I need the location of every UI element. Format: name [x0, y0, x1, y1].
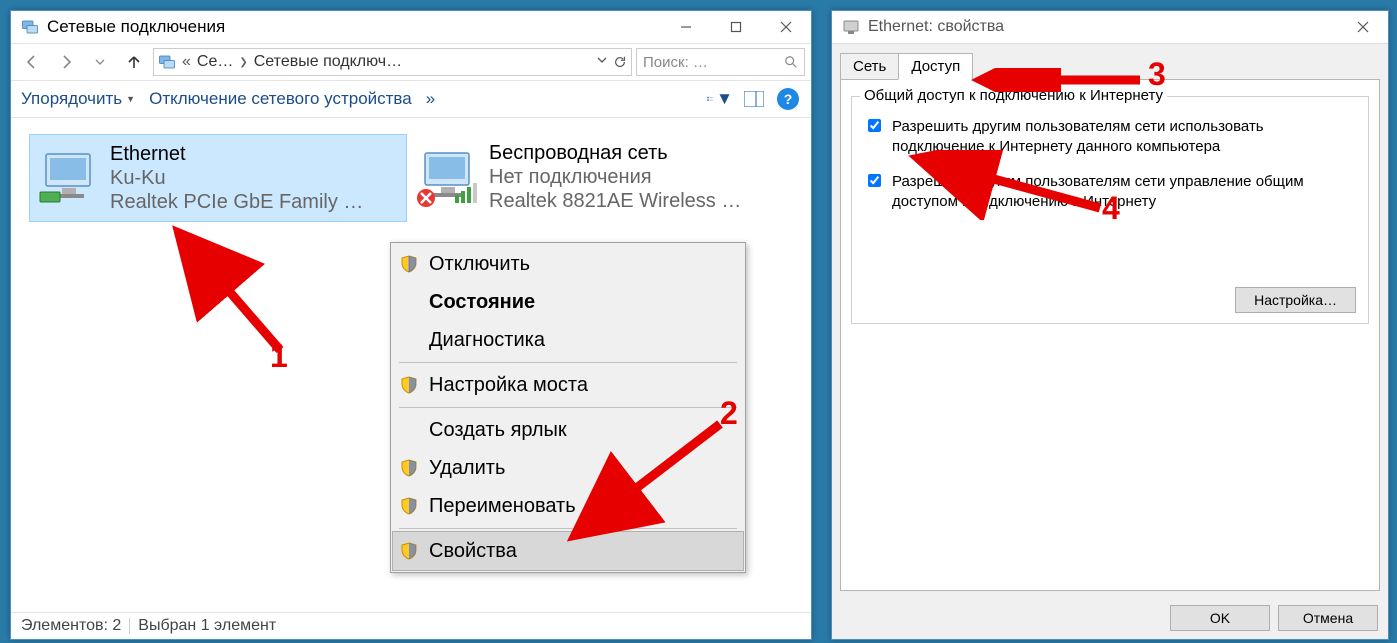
recent-dropdown[interactable]	[85, 47, 115, 77]
search-icon	[784, 55, 798, 69]
menu-disable[interactable]: Отключить	[393, 245, 743, 283]
command-bar: Упорядочить ▼ Отключение сетевого устрой…	[11, 81, 811, 118]
connection-item-ethernet[interactable]: Ethernet Ku-Ku Realtek PCIe GbE Family …	[29, 134, 407, 222]
more-commands-button[interactable]: »	[426, 89, 435, 109]
chevron-down-icon: ▼	[126, 94, 135, 104]
refresh-icon[interactable]	[613, 55, 627, 69]
item-name: Ethernet	[110, 143, 363, 166]
allow-control-checkbox-row[interactable]: Разрешить другим пользователям сети упра…	[864, 172, 1356, 213]
shield-icon	[399, 496, 419, 516]
menu-separator	[399, 528, 737, 529]
item-count: Элементов: 2	[21, 617, 121, 635]
dialog-button-row: OK Отмена	[1170, 605, 1378, 631]
menu-separator	[399, 362, 737, 363]
ics-groupbox: Общий доступ к подключению к Интернету Р…	[851, 96, 1369, 324]
network-icon	[21, 18, 39, 36]
chevron-right-icon: ❯	[239, 57, 247, 68]
help-icon: ?	[777, 88, 799, 110]
selection-count: Выбран 1 элемент	[138, 617, 276, 635]
close-button[interactable]	[1338, 11, 1388, 43]
address-bar: « Се… ❯ Сетевые подключ… Поиск: …	[11, 43, 811, 81]
item-name: Беспроводная сеть	[489, 142, 741, 165]
view-options-button[interactable]: ▼	[707, 86, 733, 112]
menu-delete[interactable]: Удалить	[393, 449, 743, 487]
context-menu: Отключить Состояние Диагностика Настройк…	[390, 242, 746, 573]
tab-network[interactable]: Сеть	[840, 53, 899, 80]
item-status: Нет подключения	[489, 166, 741, 189]
chevron-down-icon[interactable]	[597, 55, 607, 65]
ok-button[interactable]: OK	[1170, 605, 1270, 631]
up-button[interactable]	[119, 47, 149, 77]
location-icon	[158, 53, 176, 71]
maximize-button[interactable]	[711, 11, 761, 43]
shield-icon	[399, 458, 419, 478]
breadcrumb-bar[interactable]: « Се… ❯ Сетевые подключ…	[153, 48, 632, 76]
chevron-down-icon: ▼	[716, 89, 733, 109]
preview-pane-button[interactable]	[741, 86, 767, 112]
menu-status[interactable]: Состояние	[393, 283, 743, 321]
titlebar: Сетевые подключения	[11, 11, 811, 43]
menu-rename[interactable]: Переименовать	[393, 487, 743, 525]
shield-icon	[399, 541, 419, 561]
forward-button[interactable]	[51, 47, 81, 77]
tab-panel-sharing: Общий доступ к подключению к Интернету Р…	[840, 79, 1380, 591]
breadcrumb-root[interactable]: Се…	[197, 53, 233, 71]
dialog-title: Ethernet: свойства	[868, 18, 1338, 36]
menu-properties[interactable]: Свойства	[392, 531, 744, 571]
groupbox-legend: Общий доступ к подключению к Интернету	[860, 87, 1167, 104]
item-device: Realtek PCIe GbE Family …	[110, 191, 363, 214]
allow-share-checkbox-row[interactable]: Разрешить другим пользователям сети испо…	[864, 117, 1356, 158]
ethernet-icon	[842, 18, 860, 36]
menu-separator	[399, 407, 737, 408]
search-input[interactable]: Поиск: …	[636, 48, 805, 76]
menu-shortcut[interactable]: Создать ярлык	[393, 411, 743, 449]
allow-control-label: Разрешить другим пользователям сети упра…	[892, 172, 1356, 213]
organize-button[interactable]: Упорядочить ▼	[21, 89, 135, 109]
cancel-button[interactable]: Отмена	[1278, 605, 1378, 631]
item-device: Realtek 8821AE Wireless …	[489, 190, 741, 213]
dialog-body: Сеть Доступ Общий доступ к подключению к…	[832, 44, 1388, 599]
shield-icon	[399, 254, 419, 274]
allow-share-label: Разрешить другим пользователям сети испо…	[892, 117, 1356, 158]
titlebar: Ethernet: свойства	[832, 11, 1388, 44]
connection-item-wireless[interactable]: Беспроводная сеть Нет подключения Realte…	[409, 134, 785, 220]
close-button[interactable]	[761, 11, 811, 43]
menu-diagnose[interactable]: Диагностика	[393, 321, 743, 359]
item-status: Ku-Ku	[110, 167, 363, 190]
wireless-adapter-icon	[417, 147, 481, 207]
allow-control-checkbox[interactable]	[868, 174, 881, 187]
settings-button[interactable]: Настройка…	[1235, 287, 1356, 313]
ethernet-adapter-icon	[38, 148, 102, 208]
help-button[interactable]: ?	[775, 86, 801, 112]
tab-sharing[interactable]: Доступ	[898, 53, 973, 80]
shield-icon	[399, 375, 419, 395]
breadcrumb-current[interactable]: Сетевые подключ…	[254, 53, 402, 71]
window-title: Сетевые подключения	[47, 17, 661, 37]
status-bar: Элементов: 2 Выбран 1 элемент	[11, 612, 811, 639]
allow-share-checkbox[interactable]	[868, 119, 881, 132]
tab-strip: Сеть Доступ	[840, 53, 1380, 80]
ethernet-properties-dialog: Ethernet: свойства Сеть Доступ Общий дос…	[831, 10, 1389, 640]
search-placeholder: Поиск: …	[643, 54, 708, 71]
back-button[interactable]	[17, 47, 47, 77]
menu-bridge[interactable]: Настройка моста	[393, 366, 743, 404]
minimize-button[interactable]	[661, 11, 711, 43]
disable-device-button[interactable]: Отключение сетевого устройства	[149, 89, 412, 109]
